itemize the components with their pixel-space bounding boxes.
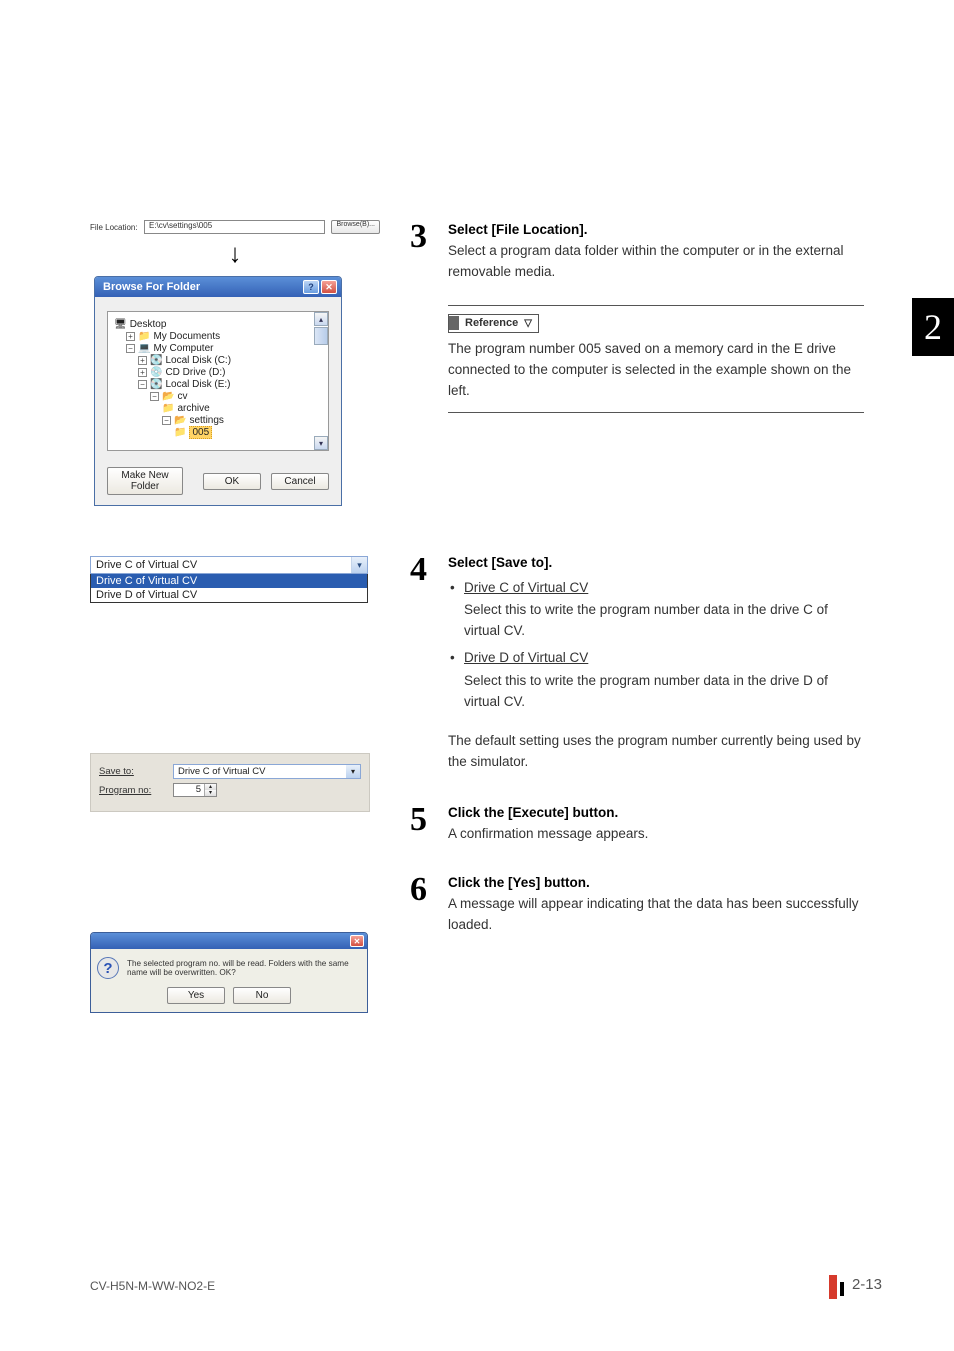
step-4-title: Select [Save to]. <box>448 555 552 570</box>
step-6-text: A message will appear indicating that th… <box>448 896 859 932</box>
chevron-down-icon[interactable]: ▾ <box>346 765 360 778</box>
scroll-down-icon[interactable]: ▾ <box>314 436 328 450</box>
chapter-tab-marker: 2 <box>912 298 954 356</box>
tree-my-computer[interactable]: My Computer <box>153 343 213 354</box>
folder-icon: 📁 <box>138 331 150 342</box>
question-icon: ? <box>97 957 119 979</box>
step-number: 5 <box>410 803 448 845</box>
step-number: 4 <box>410 553 448 773</box>
step-number: 3 <box>410 220 448 413</box>
arrow-down-icon: ↓ <box>90 240 380 266</box>
tree-archive[interactable]: archive <box>177 403 209 414</box>
computer-icon: 💻 <box>138 343 150 354</box>
help-icon[interactable]: ? <box>303 280 319 294</box>
yes-button[interactable]: Yes <box>167 987 225 1004</box>
collapse-icon[interactable]: − <box>150 392 159 401</box>
scroll-thumb[interactable] <box>314 327 328 345</box>
disk-icon: 💽 <box>150 379 162 390</box>
step-number: 6 <box>410 873 448 936</box>
dialog-title-bar: Browse For Folder ? ✕ <box>95 277 341 297</box>
scroll-up-icon[interactable]: ▴ <box>314 312 328 326</box>
file-location-label: File Location: <box>90 223 144 232</box>
step-4: 4 Select [Save to]. •Drive C of Virtual … <box>410 553 864 773</box>
reference-label: Reference▽ <box>448 314 539 333</box>
program-no-spinner[interactable]: 5 ▴ ▾ <box>173 783 217 797</box>
save-to-select[interactable]: Drive C of Virtual CV ▾ <box>173 764 361 779</box>
tree-local-c[interactable]: Local Disk (C:) <box>165 355 231 366</box>
folder-tree[interactable]: ▴ ▾ 🖥Desktop +📁My Documents −💻My Compute… <box>107 311 329 451</box>
close-icon[interactable]: ✕ <box>321 280 337 294</box>
doc-id: CV-H5N-M-WW-NO2-E <box>90 1279 215 1293</box>
step-4-opt2-text: Select this to write the program number … <box>464 671 864 713</box>
folder-icon: 📁 <box>174 427 186 438</box>
save-to-dropdown[interactable]: Drive C of Virtual CV ▾ Drive C of Virtu… <box>90 556 368 603</box>
desktop-icon: 🖥 <box>114 319 127 330</box>
page-footer: CV-H5N-M-WW-NO2-E 2-13 <box>90 1269 882 1293</box>
step-5-text: A confirmation message appears. <box>448 826 648 841</box>
cd-icon: 💿 <box>150 367 162 378</box>
collapse-icon[interactable]: − <box>162 416 171 425</box>
tree-my-documents[interactable]: My Documents <box>153 331 220 342</box>
make-new-folder-button[interactable]: Make New Folder <box>107 467 183 495</box>
ok-button[interactable]: OK <box>203 473 261 490</box>
step-3-text: Select a program data folder within the … <box>448 243 843 279</box>
step-4-default-text: The default setting uses the program num… <box>448 731 864 773</box>
tree-desktop[interactable]: Desktop <box>130 319 167 330</box>
dropdown-option-drive-c[interactable]: Drive C of Virtual CV <box>91 574 367 588</box>
dropdown-option-drive-d[interactable]: Drive D of Virtual CV <box>91 588 367 602</box>
tree-cv[interactable]: cv <box>177 391 187 402</box>
file-location-row: File Location: E:\cv\settings\005 Browse… <box>90 220 380 234</box>
cancel-button[interactable]: Cancel <box>271 473 329 490</box>
spinner-down-icon[interactable]: ▾ <box>204 790 216 796</box>
page-number: 2-13 <box>852 1276 882 1293</box>
tree-selected-005[interactable]: 005 <box>189 426 212 439</box>
step-6: 6 Click the [Yes] button. A message will… <box>410 873 864 936</box>
confirm-message: The selected program no. will be read. F… <box>127 959 361 977</box>
file-location-input[interactable]: E:\cv\settings\005 <box>144 220 325 234</box>
tree-settings[interactable]: settings <box>189 415 223 426</box>
program-no-value: 5 <box>174 784 204 796</box>
reference-text: The program number 005 saved on a memory… <box>448 339 864 402</box>
save-to-panel: Save to: Drive C of Virtual CV ▾ Program… <box>90 753 370 812</box>
folder-icon: 📁 <box>162 403 174 414</box>
folder-icon: 📂 <box>162 391 174 402</box>
step-4-opt1-text: Select this to write the program number … <box>464 600 864 642</box>
chevron-down-icon[interactable]: ▾ <box>351 557 367 573</box>
expand-icon[interactable]: + <box>138 368 147 377</box>
dropdown-selected: Drive C of Virtual CV <box>91 557 351 573</box>
program-no-label: Program no: <box>99 785 173 796</box>
collapse-icon[interactable]: − <box>126 344 135 353</box>
save-to-value: Drive C of Virtual CV <box>174 765 346 778</box>
disk-icon: 💽 <box>150 355 162 366</box>
step-5-title: Click the [Execute] button. <box>448 805 618 820</box>
step-4-opt2-label: Drive D of Virtual CV <box>464 648 588 669</box>
browse-folder-dialog: Browse For Folder ? ✕ ▴ ▾ 🖥Desktop +📁My … <box>94 276 342 506</box>
step-5: 5 Click the [Execute] button. A confirma… <box>410 803 864 845</box>
confirm-dialog: ✕ ? The selected program no. will be rea… <box>90 932 368 1013</box>
step-3: 3 Select [File Location]. Select a progr… <box>410 220 864 413</box>
step-4-opt1-label: Drive C of Virtual CV <box>464 578 588 599</box>
expand-icon[interactable]: + <box>138 356 147 365</box>
step-6-title: Click the [Yes] button. <box>448 875 590 890</box>
dialog-title: Browse For Folder <box>103 281 200 293</box>
browse-button[interactable]: Browse(B)... <box>331 220 380 234</box>
step-3-title: Select [File Location]. <box>448 222 588 237</box>
tree-local-e[interactable]: Local Disk (E:) <box>165 379 230 390</box>
save-to-label: Save to: <box>99 766 173 777</box>
collapse-icon[interactable]: − <box>138 380 147 389</box>
tree-cd-d[interactable]: CD Drive (D:) <box>165 367 225 378</box>
no-button[interactable]: No <box>233 987 291 1004</box>
folder-icon: 📂 <box>174 415 186 426</box>
close-icon[interactable]: ✕ <box>350 935 364 947</box>
expand-icon[interactable]: + <box>126 332 135 341</box>
